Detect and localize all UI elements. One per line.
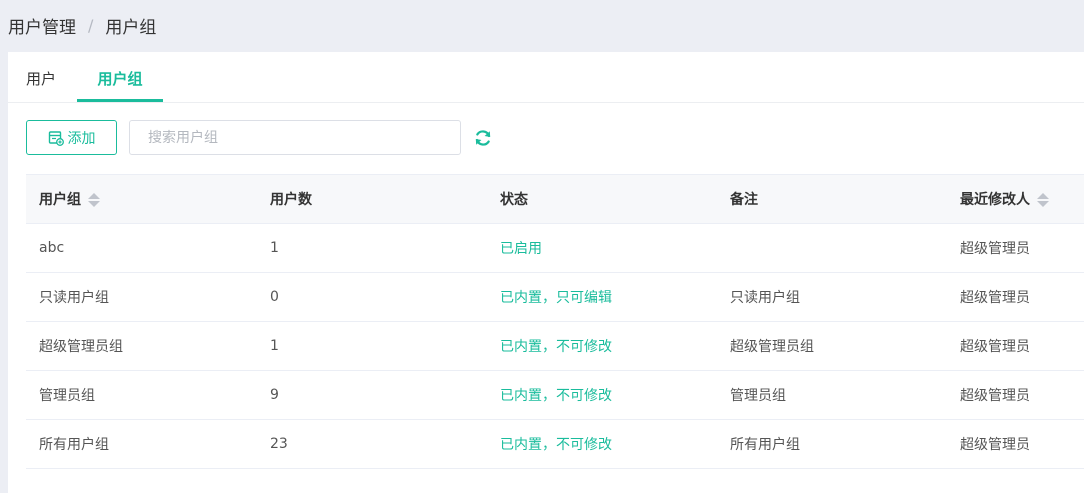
col-header-note: 备注 — [730, 192, 758, 208]
cell-modifier: 超级管理员 — [947, 223, 1084, 273]
cell-note: 只读用户组 — [717, 272, 947, 322]
cell-status: 已内置，不可修改 — [487, 321, 717, 371]
user-group-table: 用户组 用户数 状态 备注 最近修改人 abc 1 已启用 超级管理员 只读用户… — [26, 174, 1084, 469]
cell-count: 0 — [257, 272, 487, 322]
cell-group: 只读用户组 — [26, 272, 257, 322]
cell-group: 所有用户组 — [26, 419, 257, 469]
breadcrumb-separator: / — [88, 16, 94, 35]
col-header-modifier[interactable]: 最近修改人 — [947, 175, 1084, 224]
cell-note: 超级管理员组 — [717, 321, 947, 371]
cell-group: 管理员组 — [26, 370, 257, 420]
breadcrumb-current: 用户组 — [105, 18, 157, 38]
cell-group: 超级管理员组 — [26, 321, 257, 371]
tab-users[interactable]: 用户 — [26, 68, 56, 102]
table-row[interactable]: 管理员组 9 已内置，不可修改 管理员组 超级管理员 — [26, 370, 1084, 420]
add-button-label: 添加 — [67, 130, 96, 147]
table-header-row: 用户组 用户数 状态 备注 最近修改人 — [26, 174, 1084, 224]
cell-note — [717, 223, 947, 273]
search-input[interactable] — [129, 120, 461, 155]
cell-modifier: 超级管理员 — [947, 321, 1084, 371]
tab-bar: 用户 用户组 — [8, 52, 1084, 103]
table-row[interactable]: abc 1 已启用 超级管理员 — [26, 223, 1084, 273]
tab-user-groups[interactable]: 用户组 — [77, 68, 163, 102]
cell-status: 已内置，不可修改 — [487, 419, 717, 469]
col-header-group[interactable]: 用户组 — [26, 175, 257, 224]
main-card: 用户 用户组 添加 用户组 用户数 状态 备注 — [8, 52, 1084, 493]
cell-count: 23 — [257, 419, 487, 469]
cell-count: 1 — [257, 321, 487, 371]
col-header-status: 状态 — [500, 192, 528, 208]
cell-count: 9 — [257, 370, 487, 420]
breadcrumb: 用户管理 / 用户组 — [8, 13, 156, 38]
table-row[interactable]: 所有用户组 23 已内置，不可修改 所有用户组 超级管理员 — [26, 419, 1084, 469]
cell-status: 已内置，只可编辑 — [487, 272, 717, 322]
cell-status: 已内置，不可修改 — [487, 370, 717, 420]
table-row[interactable]: 只读用户组 0 已内置，只可编辑 只读用户组 超级管理员 — [26, 272, 1084, 322]
breadcrumb-parent[interactable]: 用户管理 — [8, 13, 76, 38]
refresh-icon[interactable] — [473, 128, 493, 148]
cell-modifier: 超级管理员 — [947, 370, 1084, 420]
cell-note: 管理员组 — [717, 370, 947, 420]
table-row[interactable]: 超级管理员组 1 已内置，不可修改 超级管理员组 超级管理员 — [26, 321, 1084, 371]
col-header-count: 用户数 — [270, 192, 312, 208]
cell-count: 1 — [257, 223, 487, 273]
add-button[interactable]: 添加 — [26, 120, 117, 155]
cell-note: 所有用户组 — [717, 419, 947, 469]
cell-modifier: 超级管理员 — [947, 419, 1084, 469]
cell-status: 已启用 — [487, 223, 717, 273]
cell-modifier: 超级管理员 — [947, 272, 1084, 322]
cell-group: abc — [26, 223, 257, 273]
add-icon — [48, 130, 64, 146]
